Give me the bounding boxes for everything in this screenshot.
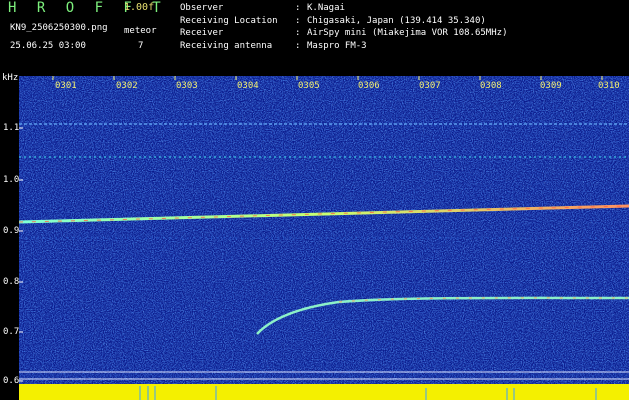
info-row-location: Receiving Location: Chigasaki, Japan (139…: [180, 15, 486, 26]
freq-tick-0-9: 0.9: [3, 226, 20, 236]
station-info: Observer: K.Nagai Receiving Location: Chig…: [180, 2, 507, 52]
amplitude-strip: [19, 384, 629, 400]
info-key: Receiver: [180, 28, 224, 38]
time-tick-0302: 0302: [116, 81, 138, 91]
info-key: Receiving antenna: [180, 40, 273, 51]
time-tick-0306: 0306: [358, 81, 380, 91]
freq-tick-0-6: 0.6: [3, 376, 20, 386]
info-key: Observer: [180, 3, 224, 13]
spectrogram-plot[interactable]: [19, 76, 629, 400]
capture-datetime: 25.06.25 03:00: [10, 41, 86, 51]
info-value: AirSpy mini (Miakejima VOR 108.65MHz): [307, 28, 508, 38]
mode-value: 7: [138, 41, 144, 51]
frequency-unit-label: kHz: [2, 73, 19, 83]
time-tick-0307: 0307: [419, 81, 441, 91]
time-tick-0305: 0305: [298, 81, 320, 91]
time-tick-0304: 0304: [237, 81, 259, 91]
info-value: Maspro FM-3: [307, 40, 367, 51]
time-tick-0308: 0308: [480, 81, 502, 91]
header-panel: H R O F F T 1.00f KN9_2506250300.png met…: [0, 0, 629, 72]
time-tick-0310: 0310: [598, 81, 620, 91]
time-tick-0309: 0309: [540, 81, 562, 91]
mode-label: meteor: [124, 26, 157, 36]
app-version: 1.00f: [124, 2, 155, 13]
freq-tick-0-8: 0.8: [3, 277, 20, 287]
freq-tick-1-0: 1.0: [3, 175, 20, 185]
file-name: KN9_2506250300.png: [10, 23, 108, 33]
time-tick-0303: 0303: [176, 81, 198, 91]
time-tick-0301: 0301: [55, 81, 77, 91]
info-value: Chigasaki, Japan (139.414 35.340): [307, 15, 486, 26]
freq-tick-0-7: 0.7: [3, 327, 20, 337]
info-key: Receiving Location: [180, 15, 278, 26]
info-row-observer: Observer: K.Nagai: [180, 3, 345, 13]
freq-tick-1-1: 1.1: [3, 123, 20, 133]
spectrogram-svg: [19, 76, 629, 400]
info-row-antenna: Receiving antenna: Maspro FM-3: [180, 40, 367, 51]
info-value: K.Nagai: [307, 3, 345, 13]
info-row-receiver: Receiver: AirSpy mini (Miakejima VOR 108.…: [180, 28, 508, 38]
